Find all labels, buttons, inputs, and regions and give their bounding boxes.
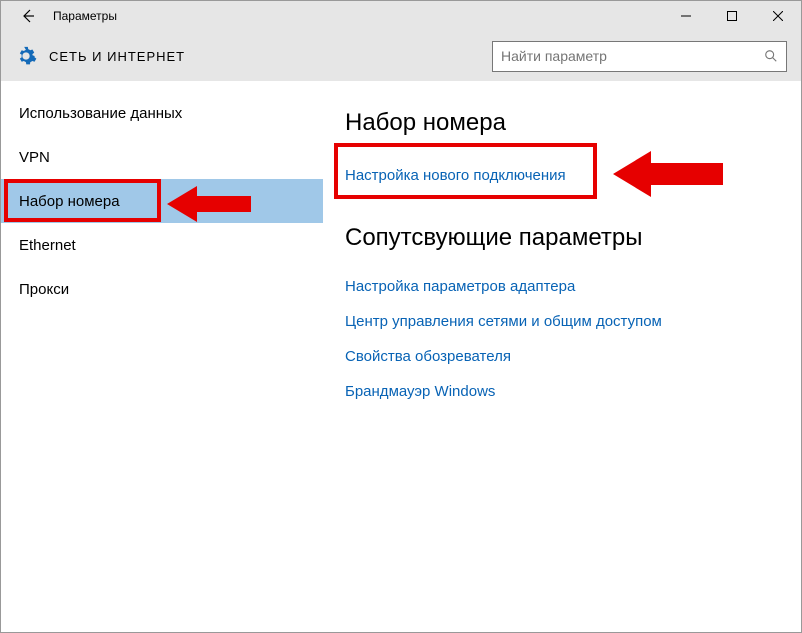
close-button[interactable] [755, 1, 801, 31]
arrow-left-icon [20, 8, 36, 24]
sidebar: Использование данных VPN Набор номера Et… [1, 81, 323, 632]
window-controls [663, 1, 801, 31]
search-input[interactable] [501, 48, 764, 64]
sidebar-item-dialup[interactable]: Набор номера [1, 179, 323, 223]
header: СЕТЬ И ИНТЕРНЕТ [1, 31, 801, 81]
back-button[interactable] [15, 3, 41, 29]
minimize-button[interactable] [663, 1, 709, 31]
link-internet-options[interactable]: Свойства обозревателя [345, 348, 779, 365]
link-network-sharing-center[interactable]: Центр управления сетями и общим доступом [345, 313, 779, 330]
sidebar-item-ethernet[interactable]: Ethernet [1, 223, 323, 267]
related-heading: Сопутсвующие параметры [345, 224, 779, 252]
content: Набор номера Настройка нового подключени… [323, 81, 801, 632]
search-icon [764, 49, 778, 63]
window-title: Параметры [53, 9, 117, 23]
sidebar-item-label: Набор номера [19, 193, 120, 210]
minimize-icon [681, 11, 691, 21]
gear-icon [15, 45, 37, 67]
link-windows-firewall[interactable]: Брандмауэр Windows [345, 383, 779, 400]
link-new-connection[interactable]: Настройка нового подключения [345, 167, 779, 184]
page-heading: Набор номера [345, 109, 779, 137]
sidebar-item-label: Использование данных [19, 105, 182, 122]
maximize-button[interactable] [709, 1, 755, 31]
sidebar-item-label: Ethernet [19, 237, 76, 254]
link-adapter-settings[interactable]: Настройка параметров адаптера [345, 278, 779, 295]
section-title: СЕТЬ И ИНТЕРНЕТ [49, 49, 185, 64]
sidebar-item-data-usage[interactable]: Использование данных [1, 91, 323, 135]
titlebar: Параметры [1, 1, 801, 31]
close-icon [773, 11, 783, 21]
sidebar-item-label: VPN [19, 149, 50, 166]
sidebar-item-label: Прокси [19, 281, 69, 298]
sidebar-item-vpn[interactable]: VPN [1, 135, 323, 179]
maximize-icon [727, 11, 737, 21]
sidebar-item-proxy[interactable]: Прокси [1, 267, 323, 311]
search-box[interactable] [492, 41, 787, 72]
body: Использование данных VPN Набор номера Et… [1, 81, 801, 632]
